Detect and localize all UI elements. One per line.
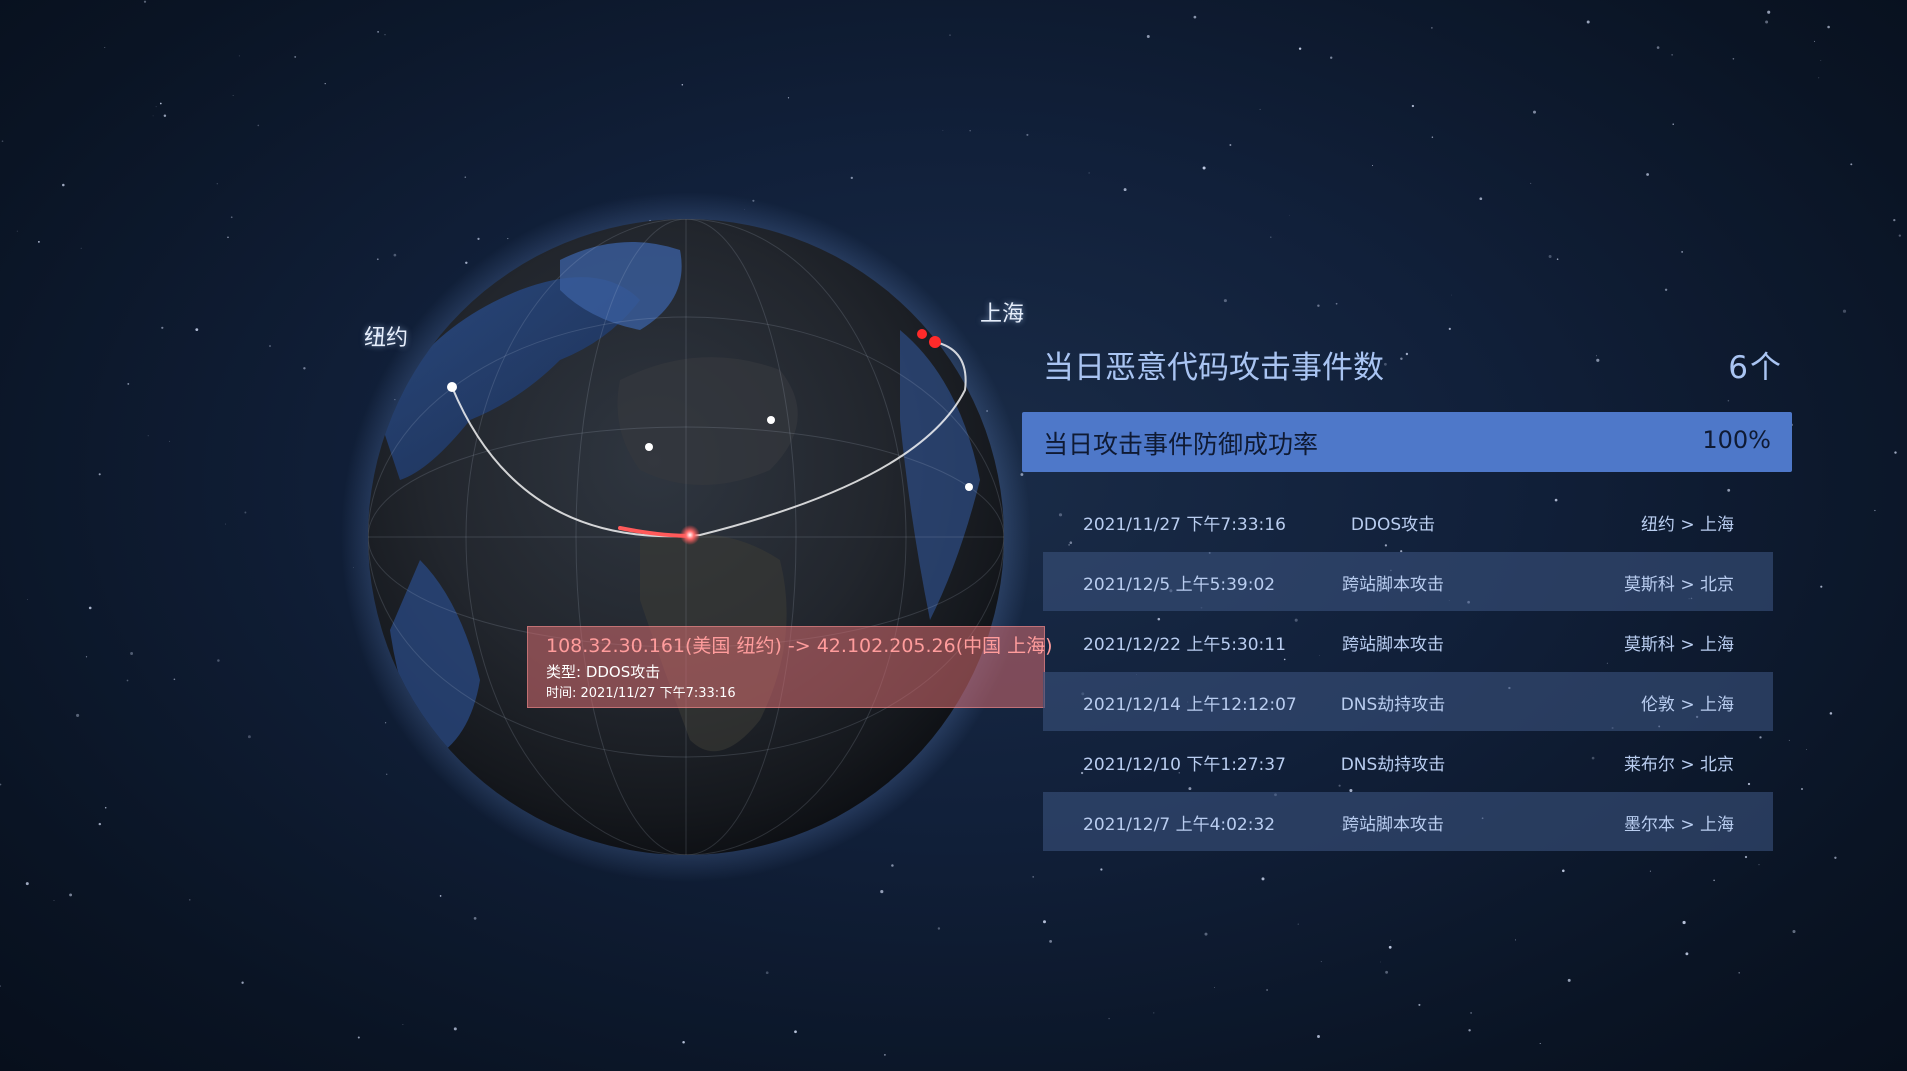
event-route: 伦敦 > 上海 <box>1640 695 1734 715</box>
defense-rate-value: 100% <box>1702 426 1771 454</box>
panel-title: 当日恶意代码攻击事件数 <box>1043 350 1384 386</box>
tooltip-type: 类型: DDOS攻击 <box>546 663 661 681</box>
event-type: 跨站脚本攻击 <box>1342 575 1444 595</box>
event-time: 2021/12/10 下午1:27:37 <box>1083 755 1286 775</box>
attack-tooltip: 108.32.30.161(美国 纽约) -> 42.102.205.26(中国… <box>527 626 1053 708</box>
event-route: 墨尔本 > 上海 <box>1623 815 1734 835</box>
event-count-unit: 个 <box>1750 350 1781 386</box>
city-marker-shanghai-secondary <box>917 329 927 339</box>
event-time: 2021/12/5 上午5:39:02 <box>1083 575 1276 595</box>
city-label-newyork: 纽约 <box>364 326 409 351</box>
event-route: 纽约 > 上海 <box>1640 515 1734 535</box>
event-time: 2021/11/27 下午7:33:16 <box>1083 515 1286 535</box>
city-label-shanghai: 上海 <box>980 302 1025 327</box>
event-count-value: 6 <box>1728 350 1748 386</box>
city-marker-mid[interactable] <box>645 443 653 451</box>
city-marker-east[interactable] <box>965 483 973 491</box>
city-marker-europe[interactable] <box>767 416 775 424</box>
event-type: 跨站脚本攻击 <box>1342 635 1444 655</box>
event-type: 跨站脚本攻击 <box>1342 815 1444 835</box>
event-row[interactable]: 2021/11/27 下午7:33:16 DDOS攻击 纽约 > 上海 <box>1043 492 1773 551</box>
city-marker-newyork[interactable] <box>447 382 457 392</box>
dashboard-stage: 纽约 上海 108.32.30.161(美国 纽约) -> 42.102.205… <box>0 0 1907 1071</box>
event-list: 2021/11/27 下午7:33:16 DDOS攻击 纽约 > 上海 2021… <box>1043 492 1773 852</box>
panel-header: 当日恶意代码攻击事件数 6个 <box>1043 340 1781 388</box>
event-route: 莫斯科 > 上海 <box>1623 635 1734 655</box>
tooltip-route: 108.32.30.161(美国 纽约) -> 42.102.205.26(中国… <box>546 635 1053 657</box>
defense-rate-bar: 当日攻击事件防御成功率 100% <box>1022 412 1792 472</box>
event-count: 6个 <box>1728 342 1781 387</box>
defense-rate-label: 当日攻击事件防御成功率 <box>1043 430 1319 459</box>
event-type: DNS劫持攻击 <box>1340 755 1446 775</box>
event-time: 2021/12/14 上午12:12:07 <box>1083 695 1297 715</box>
event-row[interactable]: 2021/12/14 上午12:12:07 DNS劫持攻击 伦敦 > 上海 <box>1043 672 1773 731</box>
tooltip-time: 时间: 2021/11/27 下午7:33:16 <box>546 686 736 701</box>
event-route: 莱布尔 > 北京 <box>1623 755 1734 775</box>
event-row[interactable]: 2021/12/5 上午5:39:02 跨站脚本攻击 莫斯科 > 北京 <box>1043 552 1773 611</box>
event-time: 2021/12/7 上午4:02:32 <box>1083 815 1276 835</box>
event-time: 2021/12/22 上午5:30:11 <box>1083 635 1286 655</box>
attack-projectile <box>680 525 700 545</box>
event-route: 莫斯科 > 北京 <box>1623 575 1734 595</box>
city-marker-shanghai[interactable] <box>929 336 941 348</box>
event-type: DDOS攻击 <box>1350 515 1436 535</box>
event-row[interactable]: 2021/12/10 下午1:27:37 DNS劫持攻击 莱布尔 > 北京 <box>1043 732 1773 791</box>
event-type: DNS劫持攻击 <box>1340 695 1446 715</box>
event-row[interactable]: 2021/12/7 上午4:02:32 跨站脚本攻击 墨尔本 > 上海 <box>1043 792 1773 851</box>
event-row[interactable]: 2021/12/22 上午5:30:11 跨站脚本攻击 莫斯科 > 上海 <box>1043 612 1773 671</box>
